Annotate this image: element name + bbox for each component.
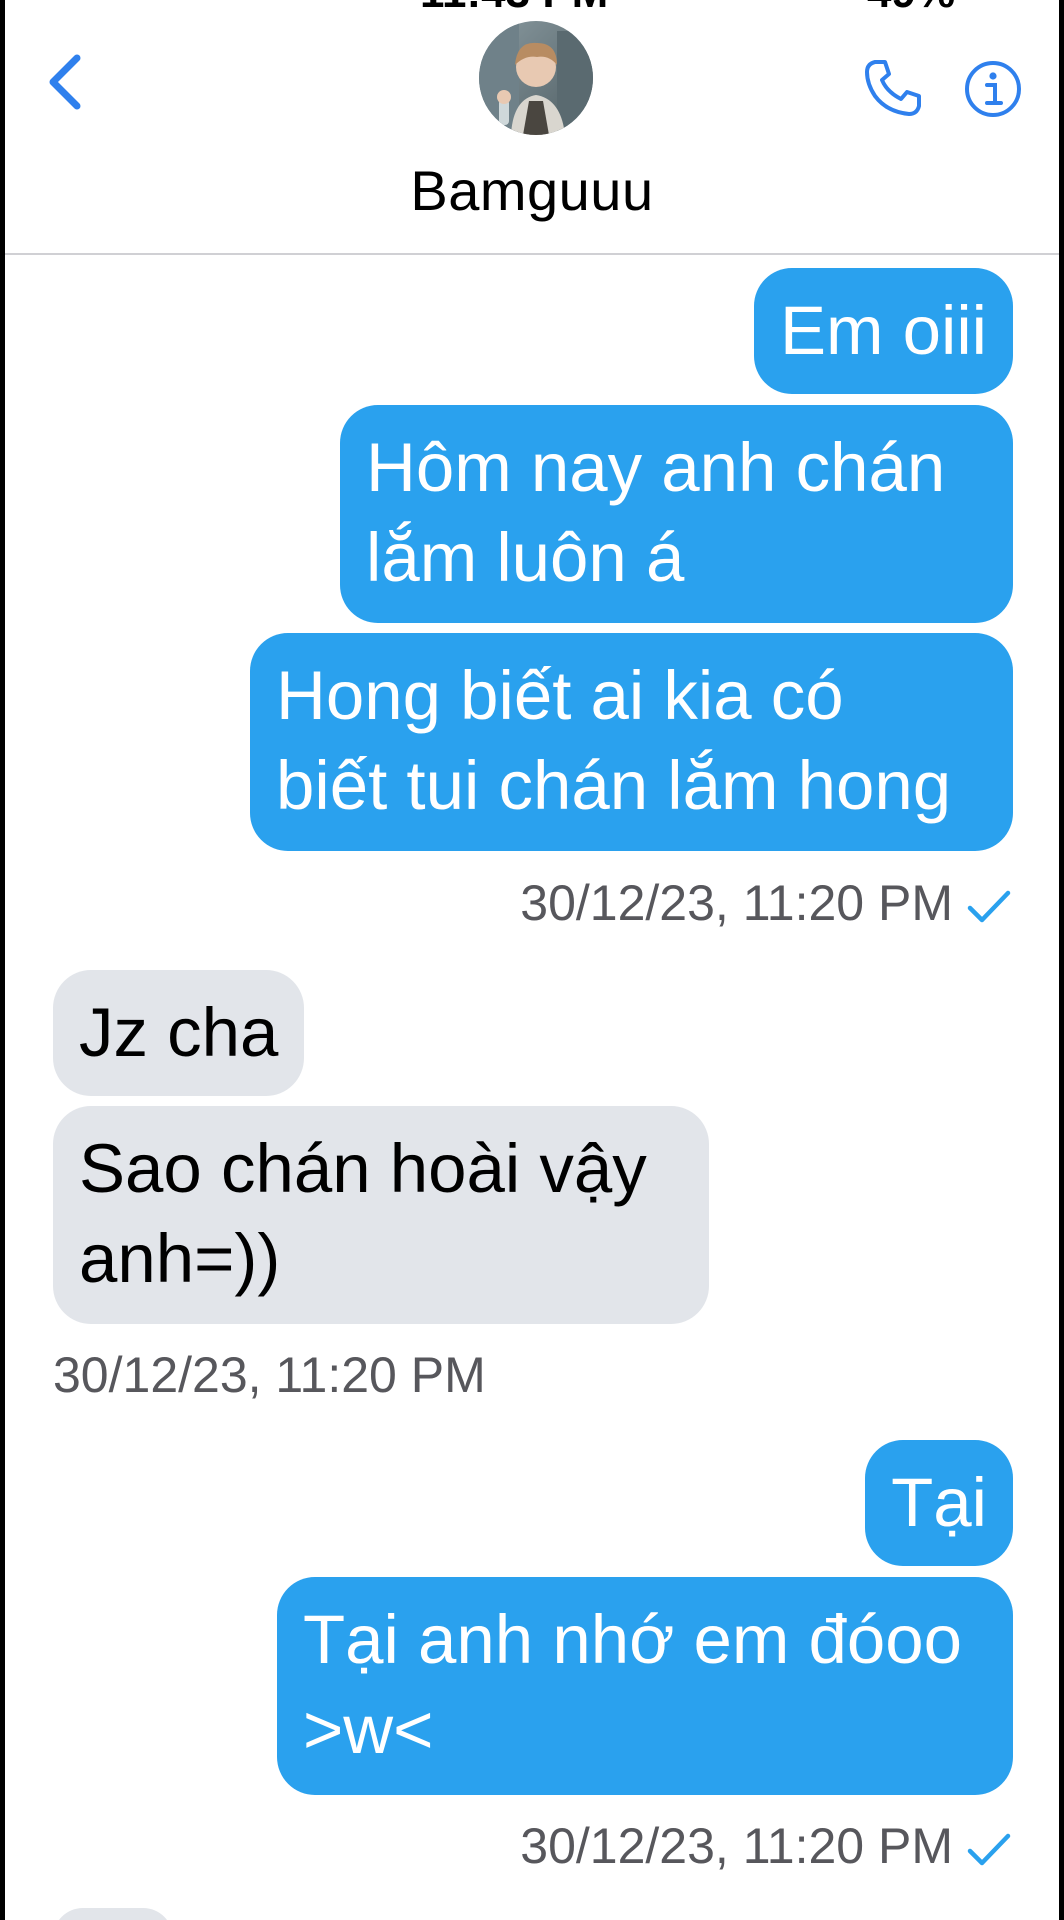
message-text-line: Tại anh nhớ em đóoo [303, 1601, 963, 1678]
timestamp-text: 30/12/23, 11:20 PM [520, 875, 953, 931]
back-button[interactable] [43, 52, 87, 112]
incoming-message[interactable]: Sao chán hoài vậy anh=)) [53, 1106, 709, 1324]
message-text-line: lắm luôn á [366, 519, 685, 596]
phone-icon [865, 60, 921, 116]
chat-screen: 11:43 PM 49% [0, 0, 1064, 1920]
info-icon [965, 61, 1021, 117]
message-text: Tại [891, 1464, 987, 1541]
avatar-photo [479, 21, 593, 135]
check-icon [967, 890, 1011, 923]
message-text-line: Hôm nay anh chán [366, 429, 946, 506]
check-icon [967, 1833, 1011, 1866]
message-text-line: Sao chán hoài vậy [79, 1130, 647, 1207]
chevron-left-icon [49, 54, 81, 110]
timestamp-text: 30/12/23, 11:20 PM [520, 1818, 953, 1874]
call-button[interactable] [861, 56, 925, 120]
incoming-message-partial[interactable] [53, 1908, 173, 1920]
outgoing-message[interactable]: Hôm nay anh chán lắm luôn á [340, 405, 1013, 623]
message-text-line: biết tui chán lắm hong [276, 747, 952, 824]
contact-name[interactable]: Bamguuu [5, 158, 1059, 223]
outgoing-message[interactable]: Em oiii [753, 268, 1013, 394]
message-text-line: >w< [303, 1691, 434, 1768]
info-button[interactable] [963, 59, 1023, 119]
timestamp-text: 30/12/23, 11:20 PM [53, 1347, 486, 1403]
message-text: Jz cha [79, 994, 279, 1071]
outgoing-message[interactable]: Tại anh nhớ em đóoo >w< [277, 1577, 1013, 1795]
outgoing-message[interactable]: Hong biết ai kia có biết tui chán lắm ho… [250, 633, 1013, 851]
message-text-line: anh=)) [79, 1220, 281, 1297]
message-timestamp: 30/12/23, 11:20 PM [520, 874, 1011, 932]
avatar[interactable] [479, 21, 593, 135]
outgoing-message[interactable]: Tại [865, 1440, 1013, 1566]
message-text-line: Hong biết ai kia có [276, 657, 844, 734]
conversation-header: Bamguuu [5, 0, 1059, 255]
incoming-message[interactable]: Jz cha [53, 970, 305, 1096]
message-timestamp: 30/12/23, 11:20 PM [53, 1346, 486, 1404]
message-timestamp: 30/12/23, 11:20 PM [520, 1817, 1011, 1875]
message-text: Em oiii [779, 292, 987, 369]
